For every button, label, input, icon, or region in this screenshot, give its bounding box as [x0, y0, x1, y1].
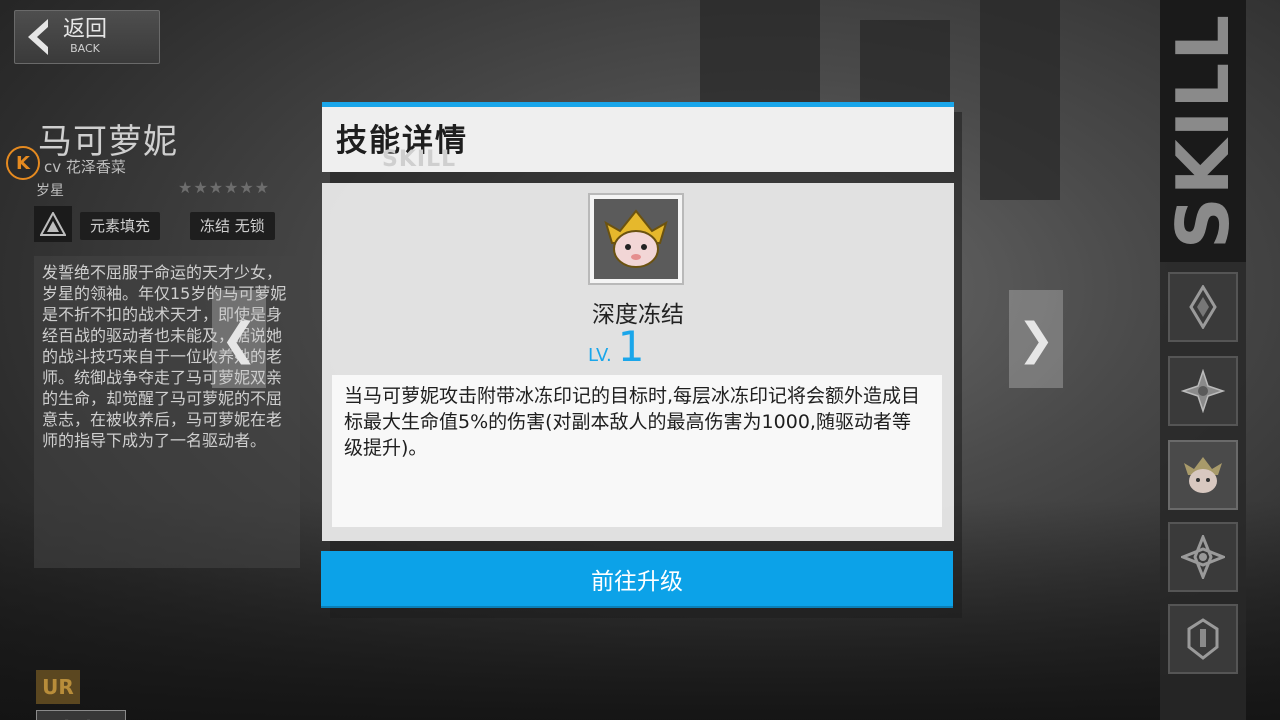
modal-subtitle: SKILL: [382, 147, 457, 172]
upgrade-button[interactable]: 前往升级: [321, 551, 953, 606]
prev-character-button[interactable]: ❮: [212, 290, 266, 388]
crystal-icon: [1189, 285, 1217, 329]
skill-icon-frame: [588, 193, 684, 285]
skill-slot-4[interactable]: [1168, 522, 1238, 592]
back-button[interactable]: 返回 BACK: [14, 10, 160, 64]
skill-level-prefix: LV.: [588, 345, 612, 366]
character-faction: 岁星: [36, 183, 64, 199]
skill-detail-panel: 深度冻结 LV. 1 当马可萝妮攻击附带冰冻印记的目标时,每层冰冻印记将会额外造…: [322, 183, 954, 541]
chevron-left-icon: ❮: [220, 313, 258, 365]
back-label-zh: 返回: [63, 17, 108, 42]
skill-slot-2[interactable]: [1168, 356, 1238, 426]
element-icon: [34, 206, 72, 242]
rank-badge: 卓越: [36, 710, 126, 720]
skill-banner: SKILL: [1160, 0, 1246, 262]
skill-mascot-icon: [594, 199, 678, 279]
character-panel: 马可萝妮 K cv 花泽香菜 岁星 ★★★★★★ 元素填充 冻结 无锁 发誓绝不…: [0, 100, 310, 720]
chevron-right-icon: ❯: [1017, 313, 1055, 365]
character-cv: cv 花泽香菜: [44, 158, 126, 176]
skill-slot-5[interactable]: [1168, 604, 1238, 674]
back-label-en: BACK: [70, 42, 100, 55]
modal-header: 技能详情 SKILL: [322, 102, 954, 172]
skill-slot-3[interactable]: [1168, 440, 1238, 510]
skill-level-value: 1: [617, 322, 645, 371]
tag-freeze: 冻结 无锁: [190, 212, 275, 240]
skill-banner-label: SKILL: [1161, 12, 1246, 250]
skill-description-box: 当马可萝妮攻击附带冰冻印记的目标时,每层冰冻印记将会额外造成目标最大生命值5%的…: [332, 375, 942, 527]
star-crystal-icon: [1181, 369, 1225, 413]
next-character-button[interactable]: ❯: [1009, 290, 1063, 388]
snowflake-crystal-icon: [1181, 535, 1225, 579]
background-building: [980, 0, 1060, 200]
skill-description: 当马可萝妮攻击附带冰冻印记的目标时,每层冰冻印记将会额外造成目标最大生命值5%的…: [344, 385, 921, 459]
skill-level: LV. 1: [588, 322, 645, 371]
rarity-badge: UR: [36, 670, 80, 704]
back-label: 返回 BACK: [63, 18, 107, 56]
k-badge-icon: K: [6, 146, 40, 180]
mascot-icon: [1184, 457, 1222, 493]
star-rating: ★★★★★★: [178, 178, 271, 197]
shield-emblem-icon: [1187, 618, 1219, 660]
back-arrow-icon: [15, 10, 59, 64]
skill-slot-1[interactable]: [1168, 272, 1238, 342]
tag-element-fill: 元素填充: [80, 212, 161, 240]
